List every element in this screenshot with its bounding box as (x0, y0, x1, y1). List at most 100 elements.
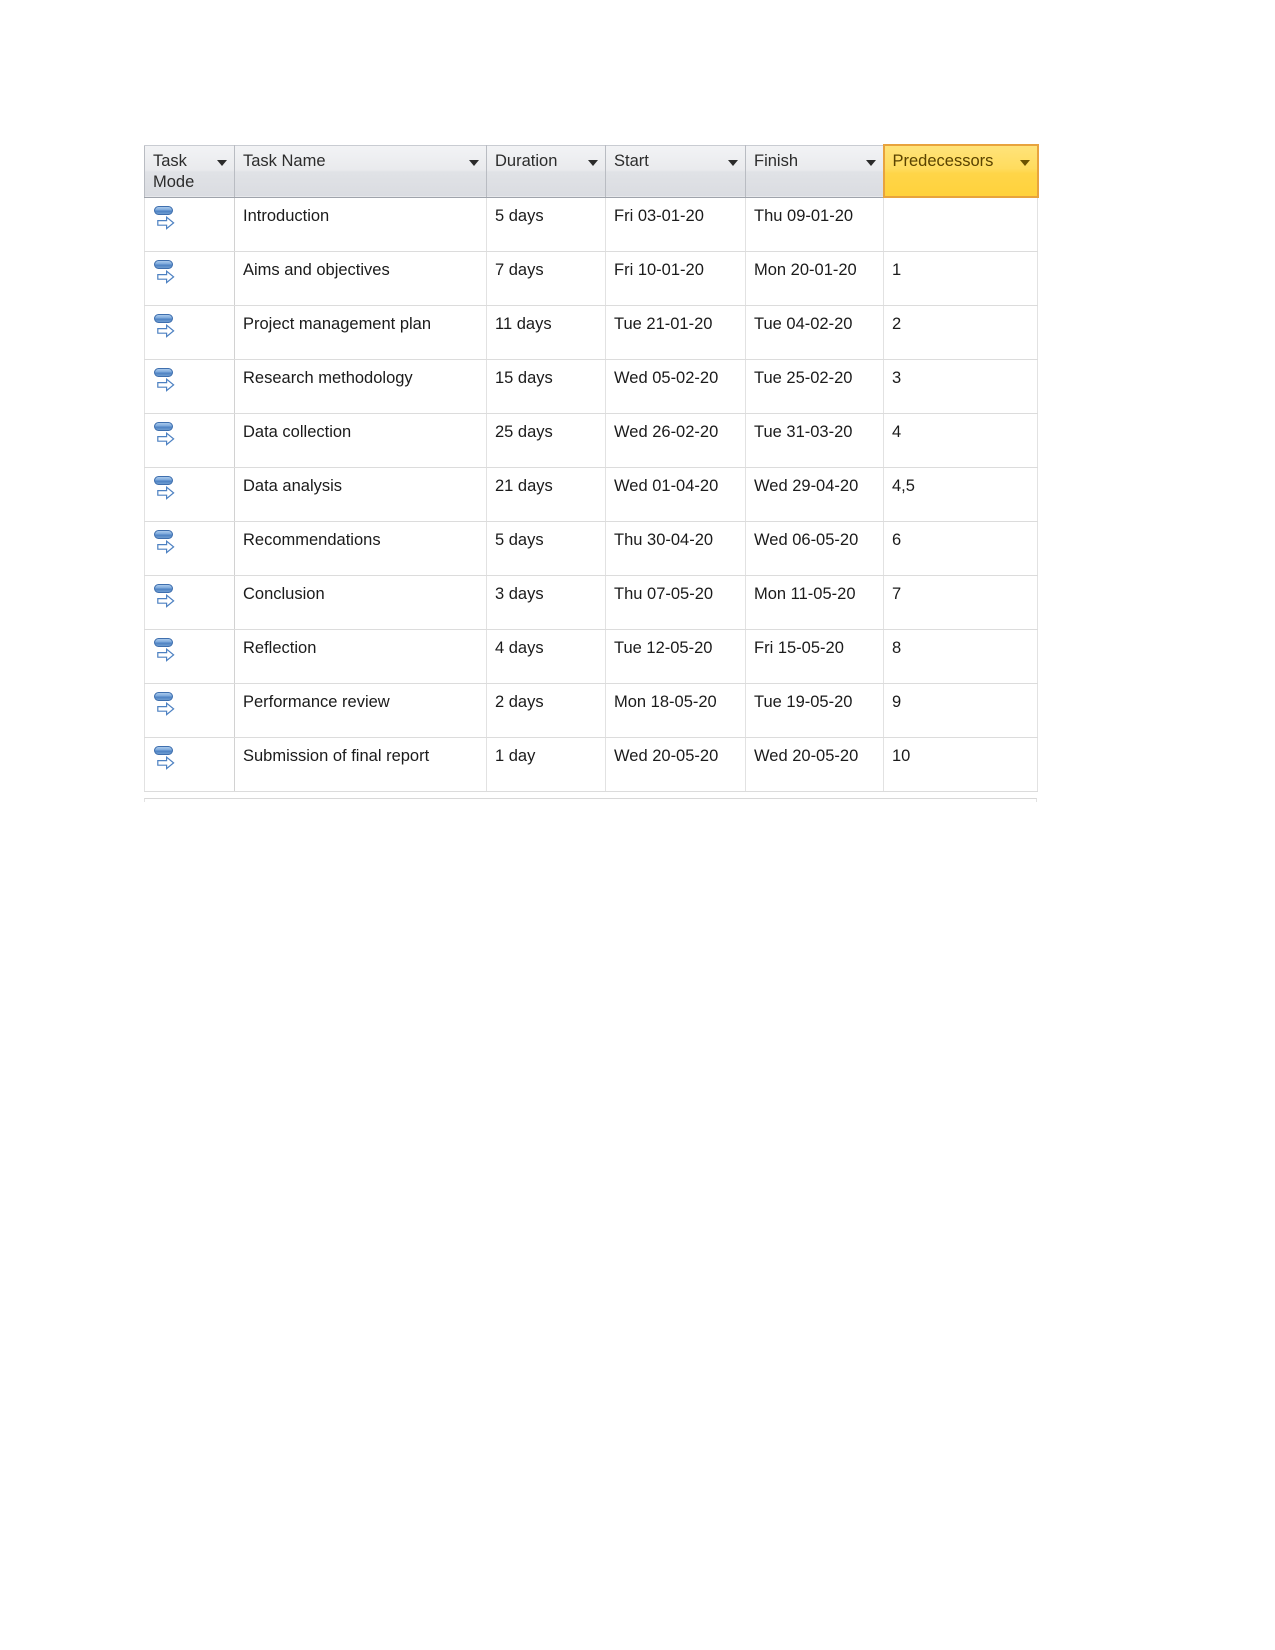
cell-task-name[interactable]: Research methodology (234, 359, 487, 414)
table-header-row: Task Mode Task Name Duration Start Finis… (144, 144, 1039, 198)
cell-start[interactable]: Fri 10-01-20 (605, 251, 746, 306)
cell-task-mode[interactable] (144, 467, 235, 522)
auto-scheduled-task-icon (153, 691, 177, 717)
table-row[interactable]: Performance review 2 days Mon 18-05-20 Tue … (144, 683, 1038, 738)
cell-duration[interactable]: 15 days (486, 359, 606, 414)
cell-finish[interactable]: Wed 06-05-20 (745, 521, 884, 576)
table-row[interactable]: Recommendations 5 days Thu 30-04-20 Wed 06-… (144, 521, 1038, 576)
cell-predecessors[interactable]: 2 (883, 305, 1038, 360)
cell-task-name[interactable]: Aims and objectives (234, 251, 487, 306)
filter-caret-icon-task-mode[interactable] (217, 159, 227, 166)
cell-task-name[interactable]: Reflection (234, 629, 487, 684)
table-row[interactable]: Data collection 25 days Wed 26-02-20 Tue 31… (144, 413, 1038, 468)
auto-scheduled-task-icon (153, 475, 177, 501)
cell-duration[interactable]: 25 days (486, 413, 606, 468)
cell-duration[interactable]: 5 days (486, 521, 606, 576)
cell-start[interactable]: Tue 21-01-20 (605, 305, 746, 360)
cell-task-name[interactable]: Performance review (234, 683, 487, 738)
cell-finish[interactable]: Tue 25-02-20 (745, 359, 884, 414)
column-header-task-name[interactable]: Task Name (234, 144, 487, 198)
table-row[interactable]: Reflection 4 days Tue 12-05-20 Fri 15-05-20… (144, 629, 1038, 684)
cell-task-mode[interactable] (144, 737, 235, 792)
cell-predecessors[interactable]: 3 (883, 359, 1038, 414)
cell-finish[interactable]: Mon 11-05-20 (745, 575, 884, 630)
cell-task-mode[interactable] (144, 251, 235, 306)
table-row[interactable]: Conclusion 3 days Thu 07-05-20 Mon 11-05-20… (144, 575, 1038, 630)
cell-start[interactable]: Wed 20-05-20 (605, 737, 746, 792)
cell-start[interactable]: Wed 05-02-20 (605, 359, 746, 414)
cell-start[interactable]: Thu 30-04-20 (605, 521, 746, 576)
auto-scheduled-task-icon (153, 637, 177, 663)
filter-caret-icon-start[interactable] (728, 159, 738, 166)
cell-task-mode[interactable] (144, 575, 235, 630)
cell-predecessors[interactable]: 10 (883, 737, 1038, 792)
cell-duration[interactable]: 2 days (486, 683, 606, 738)
table-row[interactable]: Data analysis 21 days Wed 01-04-20 Wed 29-0… (144, 467, 1038, 522)
filter-caret-icon-finish[interactable] (865, 159, 876, 166)
cell-finish[interactable]: Thu 09-01-20 (745, 197, 884, 252)
auto-scheduled-task-icon (153, 529, 177, 555)
cell-predecessors[interactable]: 8 (883, 629, 1038, 684)
column-header-label-finish: Finish (754, 151, 799, 170)
cell-predecessors[interactable]: 1 (883, 251, 1038, 306)
cell-finish[interactable]: Mon 20-01-20 (745, 251, 884, 306)
cell-duration[interactable]: 1 day (486, 737, 606, 792)
cell-start[interactable]: Thu 07-05-20 (605, 575, 746, 630)
table-row[interactable]: Research methodology 15 days Wed 05-02-20 T… (144, 359, 1038, 414)
table-row[interactable]: Submission of final report 1 day Wed 20-05… (144, 737, 1038, 792)
column-header-task-mode[interactable]: Task Mode (144, 144, 235, 198)
filter-caret-icon-predecessors[interactable] (1019, 160, 1030, 166)
table-row[interactable]: Project management plan 11 days Tue 21-01-… (144, 305, 1038, 360)
column-header-finish[interactable]: Finish (745, 144, 884, 198)
column-header-label-task-name: Task Name (243, 151, 326, 170)
cell-predecessors[interactable]: 9 (883, 683, 1038, 738)
cell-predecessors[interactable]: 4 (883, 413, 1038, 468)
cell-task-name[interactable]: Introduction (234, 197, 487, 252)
auto-scheduled-task-icon (153, 421, 177, 447)
cell-duration[interactable]: 11 days (486, 305, 606, 360)
cell-duration[interactable]: 3 days (486, 575, 606, 630)
column-header-label-start: Start (614, 151, 649, 170)
cell-task-name[interactable]: Recommendations (234, 521, 487, 576)
filter-caret-icon-duration[interactable] (588, 159, 598, 166)
column-header-predecessors[interactable]: Predecessors (882, 144, 1039, 198)
cell-predecessors[interactable]: 7 (883, 575, 1038, 630)
cell-finish[interactable]: Fri 15-05-20 (745, 629, 884, 684)
cell-task-name[interactable]: Conclusion (234, 575, 487, 630)
cell-finish[interactable]: Tue 19-05-20 (745, 683, 884, 738)
cell-task-mode[interactable] (144, 305, 235, 360)
cell-predecessors[interactable]: 6 (883, 521, 1038, 576)
column-header-duration[interactable]: Duration (486, 144, 606, 198)
cell-start[interactable]: Fri 03-01-20 (605, 197, 746, 252)
cell-finish[interactable]: Tue 04-02-20 (745, 305, 884, 360)
cell-task-mode[interactable] (144, 197, 235, 252)
cell-task-mode[interactable] (144, 683, 235, 738)
cell-task-name[interactable]: Data analysis (234, 467, 487, 522)
cell-predecessors[interactable]: 4,5 (883, 467, 1038, 522)
auto-scheduled-task-icon (153, 259, 177, 285)
cell-finish[interactable]: Tue 31-03-20 (745, 413, 884, 468)
cell-start[interactable]: Tue 12-05-20 (605, 629, 746, 684)
filter-caret-icon-task-name[interactable] (469, 159, 479, 166)
cell-duration[interactable]: 4 days (486, 629, 606, 684)
cell-start[interactable]: Mon 18-05-20 (605, 683, 746, 738)
cell-predecessors[interactable] (883, 197, 1038, 252)
cell-task-mode[interactable] (144, 629, 235, 684)
cell-task-name[interactable]: Submission of final report (234, 737, 487, 792)
cell-finish[interactable]: Wed 29-04-20 (745, 467, 884, 522)
cell-task-name[interactable]: Data collection (234, 413, 487, 468)
column-header-label-duration: Duration (495, 151, 558, 170)
cell-start[interactable]: Wed 01-04-20 (605, 467, 746, 522)
cell-task-name[interactable]: Project management plan (234, 305, 487, 360)
cell-duration[interactable]: 7 days (486, 251, 606, 306)
cell-finish[interactable]: Wed 20-05-20 (745, 737, 884, 792)
cell-task-mode[interactable] (144, 521, 235, 576)
cell-duration[interactable]: 21 days (486, 467, 606, 522)
table-row[interactable]: Aims and objectives 7 days Fri 10-01-20 Mon… (144, 251, 1038, 306)
column-header-start[interactable]: Start (605, 144, 746, 198)
table-row[interactable]: Introduction 5 days Fri 03-01-20 Thu 09-01-… (144, 197, 1038, 252)
cell-start[interactable]: Wed 26-02-20 (605, 413, 746, 468)
cell-task-mode[interactable] (144, 413, 235, 468)
cell-duration[interactable]: 5 days (486, 197, 606, 252)
cell-task-mode[interactable] (144, 359, 235, 414)
